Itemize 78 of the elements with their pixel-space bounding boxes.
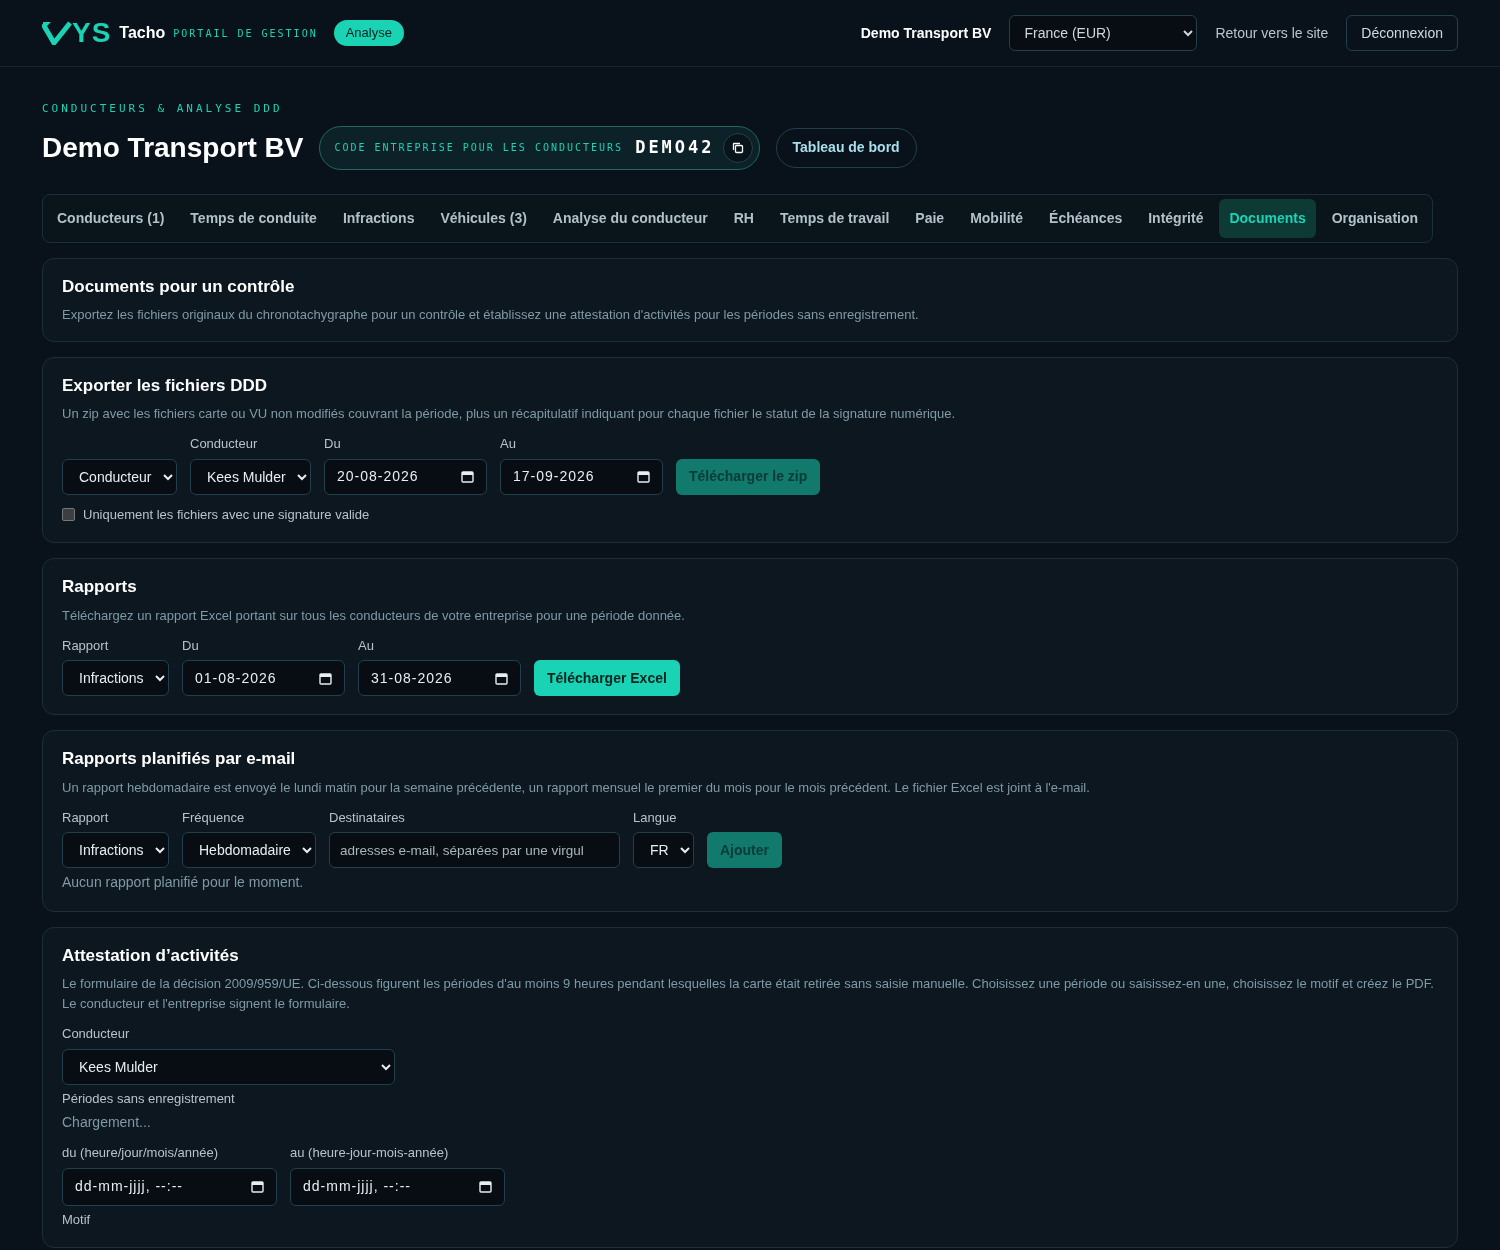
code-label: CODE ENTREPRISE POUR LES CONDUCTEURS	[334, 141, 624, 155]
recipients-field[interactable]: adresses e-mail, séparées par une virgul	[329, 832, 620, 869]
field-label: Rapport	[62, 636, 110, 655]
card-title: Rapports	[62, 577, 138, 598]
nav-tab[interactable]: Échéances	[1039, 198, 1133, 238]
card-title: Exporter les fichiers DDD	[62, 375, 268, 397]
action-button[interactable]: Télécharger Excel	[534, 660, 680, 697]
nav-tab[interactable]: Documents	[1219, 198, 1316, 238]
brand-name: Tacho	[119, 23, 166, 43]
dropdown-select[interactable]: Conducteur	[62, 458, 177, 495]
checkbox[interactable]	[62, 508, 75, 522]
nav-tab[interactable]: Mobilité	[960, 198, 1034, 238]
logout-button[interactable]: Déconnexion	[1346, 15, 1458, 51]
calendar-icon[interactable]	[479, 1180, 492, 1194]
company-code: DEMO42	[635, 135, 715, 159]
calendar-icon[interactable]	[319, 671, 332, 685]
field-label: Conducteur	[190, 435, 259, 454]
nav-tab[interactable]: Paie	[905, 198, 955, 238]
card-title: Rapports planifiés par e-mail	[62, 749, 297, 770]
checkbox-label: Uniquement les fichiers avec une signature valide	[83, 505, 370, 524]
field-label: Périodes sans enregistrement	[62, 1089, 235, 1108]
field-label: Du	[182, 636, 200, 655]
field-label: Motif	[62, 1210, 91, 1229]
nav-tab[interactable]: Analyse du conducteur	[542, 198, 718, 238]
dropdown-select[interactable]: Hebdomadaire	[182, 832, 316, 869]
card-title: Documents pour un contrôle	[62, 276, 296, 297]
nav-tab[interactable]: RH	[723, 198, 764, 238]
date-field[interactable]: 01-08-2026	[182, 660, 345, 697]
card-description: Le formulaire de la décision 2009/959/UE. Ci-dessous figurent les périodes d'au moins 9 heures pendant lesquelles la carte était retirée sans saisie manuelle. Choisissez une période ou saisissez-en une, choisissez le motif et créez le PDF. Le conducteur et l'entreprise signent le formulaire.	[62, 975, 1435, 1014]
dropdown-select[interactable]: FR	[633, 832, 694, 869]
field-label: Du	[324, 435, 342, 454]
back-link[interactable]: Retour vers le site	[1215, 22, 1329, 44]
company-name: Demo Transport BV	[860, 23, 992, 43]
logo-text: YS	[72, 19, 112, 47]
field-label: Conducteur	[62, 1025, 131, 1044]
dropdown-select[interactable]: Kees Mulder	[190, 458, 311, 495]
nav-tab[interactable]: Organisation	[1321, 198, 1429, 238]
brand-subtitle: PORTAIL DE GESTION	[173, 26, 318, 41]
field-label: Au	[358, 636, 375, 655]
status-note: Chargement...	[62, 1114, 151, 1131]
dropdown-select[interactable]: Kees Mulder	[62, 1048, 395, 1085]
card-description: Un zip avec les fichiers carte ou VU non modifiés couvrant la période, plus un récapitulatif indiquant pour chaque fichier le statut de la signature numérique.	[62, 405, 957, 424]
dropdown-select[interactable]: Infractions	[62, 660, 169, 697]
nav-tab[interactable]: Intégrité	[1138, 198, 1214, 238]
nav-tab[interactable]: Conducteurs (1)	[47, 198, 175, 238]
field-label: au (heure-jour-mois-année)	[290, 1144, 450, 1163]
field-label: Destinataires	[329, 808, 406, 827]
datetime-field[interactable]: dd-mm-jjjj, --:--	[290, 1167, 505, 1206]
card-title: Attestation d’activités	[62, 946, 240, 967]
nav-tab[interactable]: Temps de travail	[769, 198, 900, 238]
mode-badge: Analyse	[333, 20, 404, 46]
field-label: Au	[500, 435, 517, 454]
date-field[interactable]: 17-09-2026	[500, 458, 663, 495]
dropdown-select[interactable]: Infractions	[62, 832, 169, 869]
card-description: Exportez les fichiers originaux du chronotachygraphe pour un contrôle et établissez une attestation d'activités pour les périodes sans enregistrement.	[62, 305, 920, 324]
calendar-icon[interactable]	[637, 470, 650, 484]
calendar-icon[interactable]	[251, 1180, 264, 1194]
currency-select[interactable]: France (EUR)	[1009, 15, 1198, 51]
calendar-icon[interactable]	[461, 470, 474, 484]
section-eyebrow: CONDUCTEURS & ANALYSE DDD	[42, 101, 284, 117]
nav-tab[interactable]: Temps de conduite	[180, 198, 327, 238]
copy-button[interactable]	[722, 132, 753, 163]
card-description: Un rapport hebdomadaire est envoyé le lundi matin pour la semaine précédente, un rapport mensuel le premier du mois pour le mois précédent. Le fichier Excel est joint à l'e-mail.	[62, 778, 1091, 797]
arrow-logo-icon	[42, 21, 72, 45]
date-field[interactable]: 20-08-2026	[324, 458, 487, 495]
card-description: Téléchargez un rapport Excel portant sur tous les conducteurs de votre entreprise pour une période donnée.	[62, 606, 686, 625]
field-label: Fréquence	[182, 808, 246, 827]
date-field[interactable]: 31-08-2026	[358, 660, 521, 697]
status-note: Aucun rapport planifié pour le moment.	[62, 874, 304, 891]
field-label: Langue	[633, 808, 678, 827]
datetime-field[interactable]: dd-mm-jjjj, --:--	[62, 1167, 277, 1206]
copy-icon[interactable]	[731, 141, 744, 154]
page-title: Demo Transport BV	[42, 130, 304, 165]
field-label: Rapport	[62, 808, 110, 827]
nav-tab[interactable]: Véhicules (3)	[430, 198, 537, 238]
calendar-icon[interactable]	[495, 671, 508, 685]
nav-tab[interactable]: Infractions	[332, 198, 425, 238]
field-label: du (heure/jour/mois/année)	[62, 1144, 220, 1163]
